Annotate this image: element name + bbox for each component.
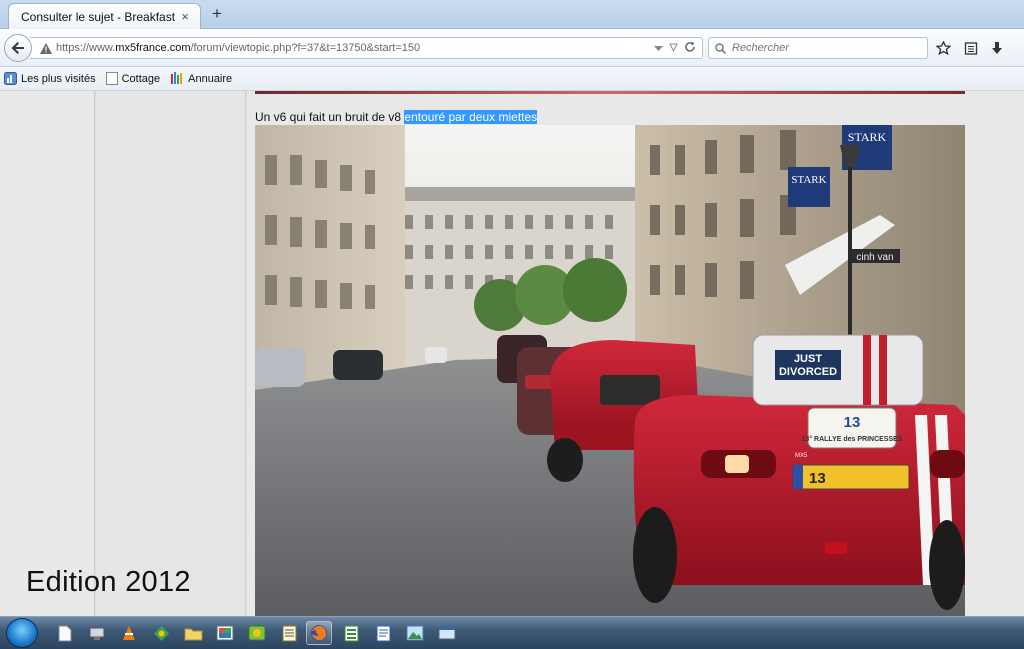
shop-sign-top: STARK xyxy=(848,130,887,144)
post-profile-column xyxy=(96,91,246,616)
search-icon xyxy=(715,42,726,54)
most-visited-icon xyxy=(4,72,17,85)
url-bar[interactable]: https://www.mx5france.com/forum/viewtopi… xyxy=(30,37,703,59)
folder-icon[interactable] xyxy=(180,621,206,645)
rally-text: 13° RALLYE des PRINCESSES xyxy=(802,435,903,443)
network-icon[interactable] xyxy=(84,621,110,645)
url-text[interactable]: https://www.mx5france.com/forum/viewtopi… xyxy=(52,42,654,54)
bookmark-annuaire[interactable]: Annuaire xyxy=(170,72,232,85)
bookmark-most-visited[interactable]: Les plus visités xyxy=(4,72,96,85)
sign-just: JUST xyxy=(794,353,822,365)
windows-taskbar xyxy=(0,616,1024,649)
page-content: Un v6 qui fait un bruit de v8 entouré pa… xyxy=(0,91,1024,616)
bookmark-star-icon[interactable] xyxy=(935,40,952,58)
post-photo[interactable]: STARK STARK cinh van JUST DIVORCED 13 13… xyxy=(255,125,965,616)
spreadsheet-icon[interactable] xyxy=(338,621,364,645)
start-orb[interactable] xyxy=(6,618,38,648)
previous-image-edge xyxy=(255,91,965,94)
close-tab-icon[interactable]: × xyxy=(178,9,192,24)
vlc-icon[interactable] xyxy=(116,621,142,645)
directory-icon xyxy=(171,72,183,84)
bookmarks-toolbar: Les plus visités Cottage Annuaire xyxy=(0,67,1024,91)
download-icon[interactable] xyxy=(991,41,1003,58)
reload-icon[interactable] xyxy=(684,41,696,56)
writer-icon[interactable] xyxy=(370,621,396,645)
firefox-icon[interactable] xyxy=(306,621,332,645)
bookmarks-menu-icon[interactable] xyxy=(964,41,978,58)
page-left-margin xyxy=(0,91,95,616)
photo-icon[interactable] xyxy=(402,621,428,645)
dropdown-arrow-icon[interactable] xyxy=(654,41,663,55)
page-icon xyxy=(105,72,118,85)
paint-icon[interactable] xyxy=(212,621,238,645)
document-icon[interactable] xyxy=(52,621,78,645)
search-input[interactable] xyxy=(732,42,927,54)
navigation-toolbar: https://www.mx5france.com/forum/viewtopi… xyxy=(0,29,1024,67)
notepad-icon[interactable] xyxy=(276,621,302,645)
shop-awning-text: cinh van xyxy=(856,252,893,263)
explorer-icon[interactable] xyxy=(434,621,460,645)
new-tab-button[interactable]: + xyxy=(208,5,226,23)
forum-post: Un v6 qui fait un bruit de v8 entouré pa… xyxy=(247,91,1024,616)
licence-plate: 13 xyxy=(809,470,826,487)
bookmark-cottage[interactable]: Cottage xyxy=(105,72,160,85)
tab-strip: Consulter le sujet - Breakfast in... × + xyxy=(0,0,1024,29)
back-button[interactable] xyxy=(4,34,32,62)
reader-icon[interactable] xyxy=(669,41,678,55)
tab-title: Consulter le sujet - Breakfast in... xyxy=(21,9,178,24)
tab-active[interactable]: Consulter le sujet - Breakfast in... × xyxy=(8,3,201,29)
app-icon[interactable] xyxy=(148,621,174,645)
warning-icon xyxy=(40,42,52,54)
rally-number: 13 xyxy=(844,414,861,431)
edition-caption: Edition 2012 xyxy=(26,566,191,598)
back-arrow-icon xyxy=(11,42,24,54)
shop-sign-mid: STARK xyxy=(791,174,826,186)
selected-text: entouré par deux miettes xyxy=(404,110,538,124)
mx5-badge: MX5 xyxy=(795,453,808,459)
sign-divorced: DIVORCED xyxy=(779,366,837,378)
search-bar[interactable] xyxy=(708,37,928,59)
post-text: Un v6 qui fait un bruit de v8 entouré pa… xyxy=(255,110,538,124)
media-icon[interactable] xyxy=(244,621,270,645)
